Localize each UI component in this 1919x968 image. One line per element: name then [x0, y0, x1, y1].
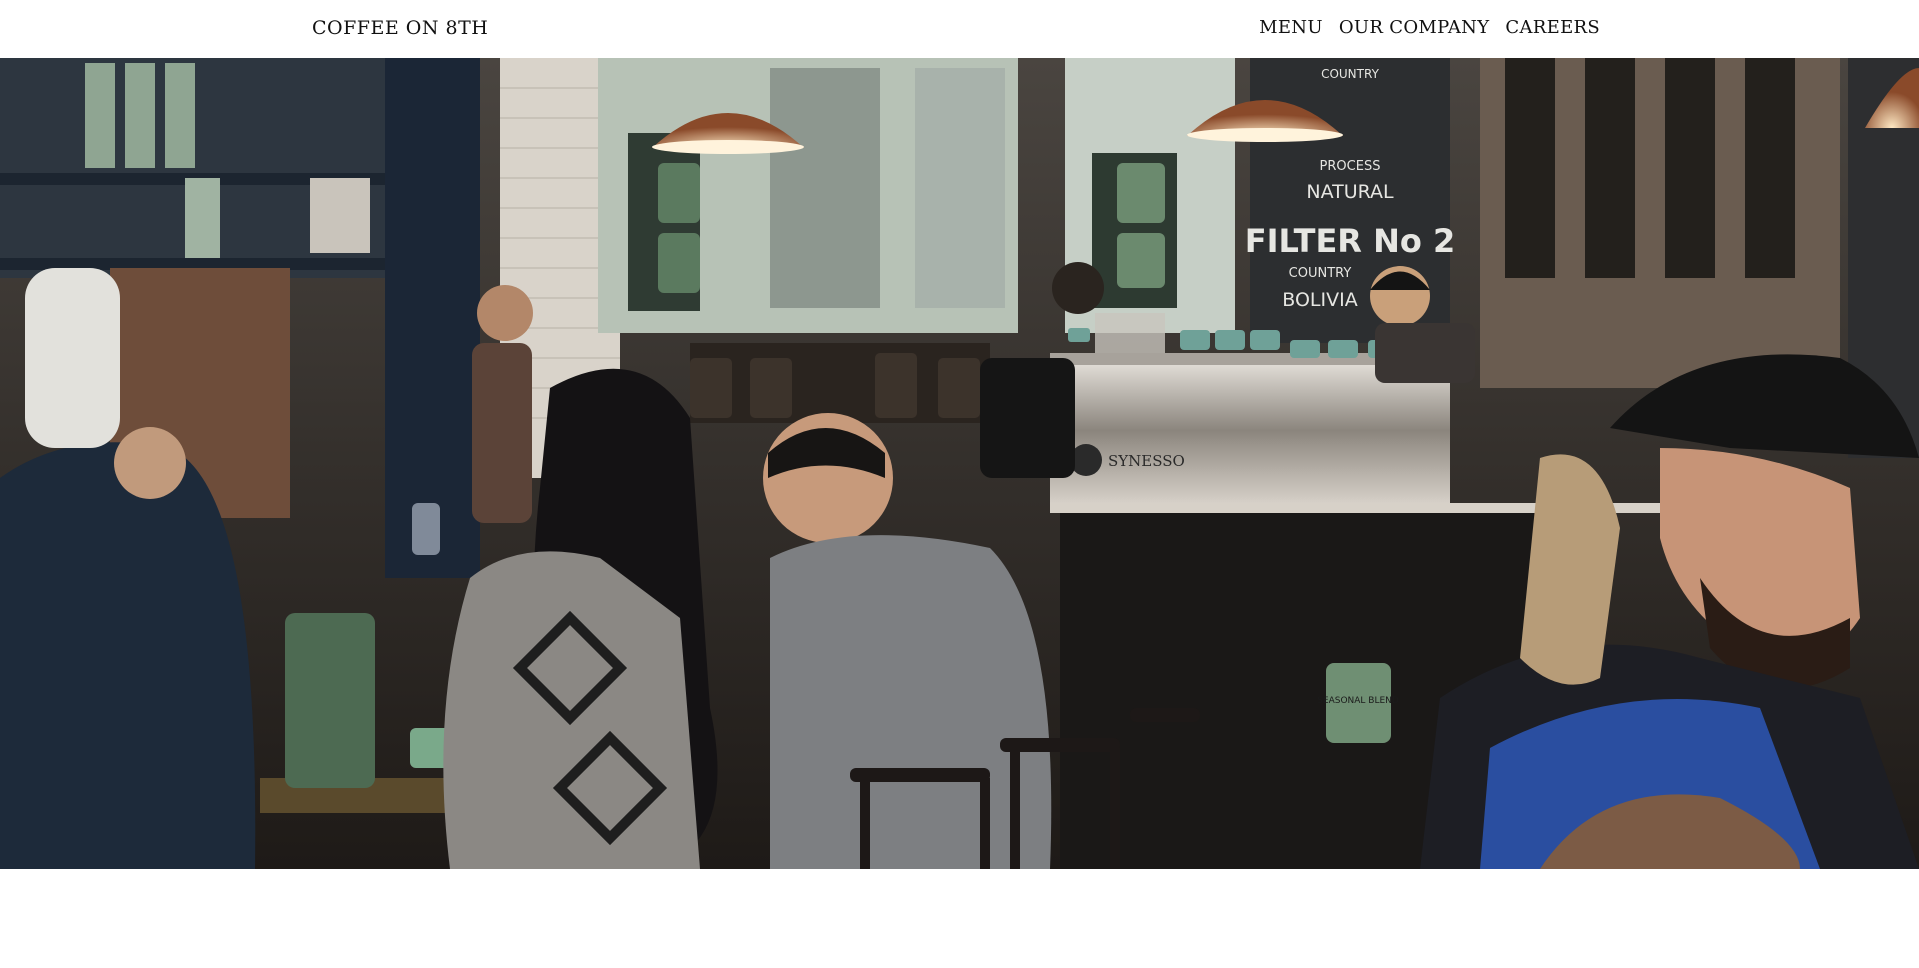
wall-panel-1: [1505, 58, 1555, 278]
svg-text:COUNTRY: COUNTRY: [1321, 67, 1379, 81]
brand-logo-link[interactable]: COFFEE ON 8TH: [312, 17, 488, 39]
jar-2: [750, 358, 792, 418]
shelf-tin-b: [125, 63, 155, 168]
jar-4: [938, 358, 980, 418]
nav-link-our-company[interactable]: OUR COMPANY: [1339, 17, 1490, 38]
below-hero-whitespace: [0, 869, 1919, 968]
standing-server-head: [477, 285, 533, 341]
pendant-lamp-1-glow: [652, 140, 804, 154]
wall-panel-2: [1585, 58, 1635, 278]
shelf-box: [310, 178, 370, 253]
svg-text:COUNTRY: COUNTRY: [1289, 266, 1352, 281]
nav-link-menu[interactable]: MENU: [1259, 17, 1323, 38]
dark-pillar: [385, 58, 480, 578]
standing-server-body: [472, 343, 532, 523]
tin-1: [658, 163, 700, 223]
top-navbar: COFFEE ON 8TH MENU OUR COMPANY CAREERS: [0, 0, 1919, 58]
svg-text:BOLIVIA: BOLIVIA: [1282, 289, 1357, 311]
wall-panel-3: [1665, 58, 1715, 278]
machine-brand-label: SYNESSO: [1108, 452, 1185, 470]
man-grey-hoodie: [770, 535, 1052, 869]
barista-2-head: [1052, 262, 1104, 314]
hero-cafe-photo: COUNTRY PROCESS NATURAL FILTER No 2 COUN…: [0, 58, 1919, 869]
tin-2: [658, 233, 700, 293]
nav-links: MENU OUR COMPANY CAREERS: [1259, 17, 1600, 38]
svg-text:FILTER No 2: FILTER No 2: [1245, 222, 1456, 260]
jar-1: [690, 358, 732, 418]
cabinet-glass-2: [770, 68, 880, 308]
phone-in-hand: [412, 503, 440, 555]
wall-panel-4: [1745, 58, 1795, 278]
shelf-tin-c: [165, 63, 195, 168]
barista-2-body: [980, 358, 1075, 478]
shelf-tin-a: [85, 63, 115, 168]
nav-link-careers[interactable]: CAREERS: [1505, 17, 1600, 38]
pendant-lamp-2-glow: [1187, 128, 1343, 142]
shelf-tin-d: [185, 178, 220, 258]
counter-tin-label: SEASONAL BLEND: [1317, 696, 1399, 706]
tin-3: [1117, 163, 1165, 223]
left-person-3: [25, 268, 120, 448]
jar-3: [875, 353, 917, 418]
svg-text:NATURAL: NATURAL: [1306, 181, 1394, 203]
left-person-2-head: [114, 427, 186, 499]
tin-4: [1117, 233, 1165, 288]
cabinet-glass-3: [915, 68, 1005, 308]
svg-text:PROCESS: PROCESS: [1320, 159, 1381, 174]
barista-body: [1375, 323, 1475, 383]
glass-stack: [1095, 313, 1165, 353]
hero-banner: COUNTRY PROCESS NATURAL FILTER No 2 COUN…: [0, 58, 1919, 869]
water-bottle: [285, 613, 375, 788]
